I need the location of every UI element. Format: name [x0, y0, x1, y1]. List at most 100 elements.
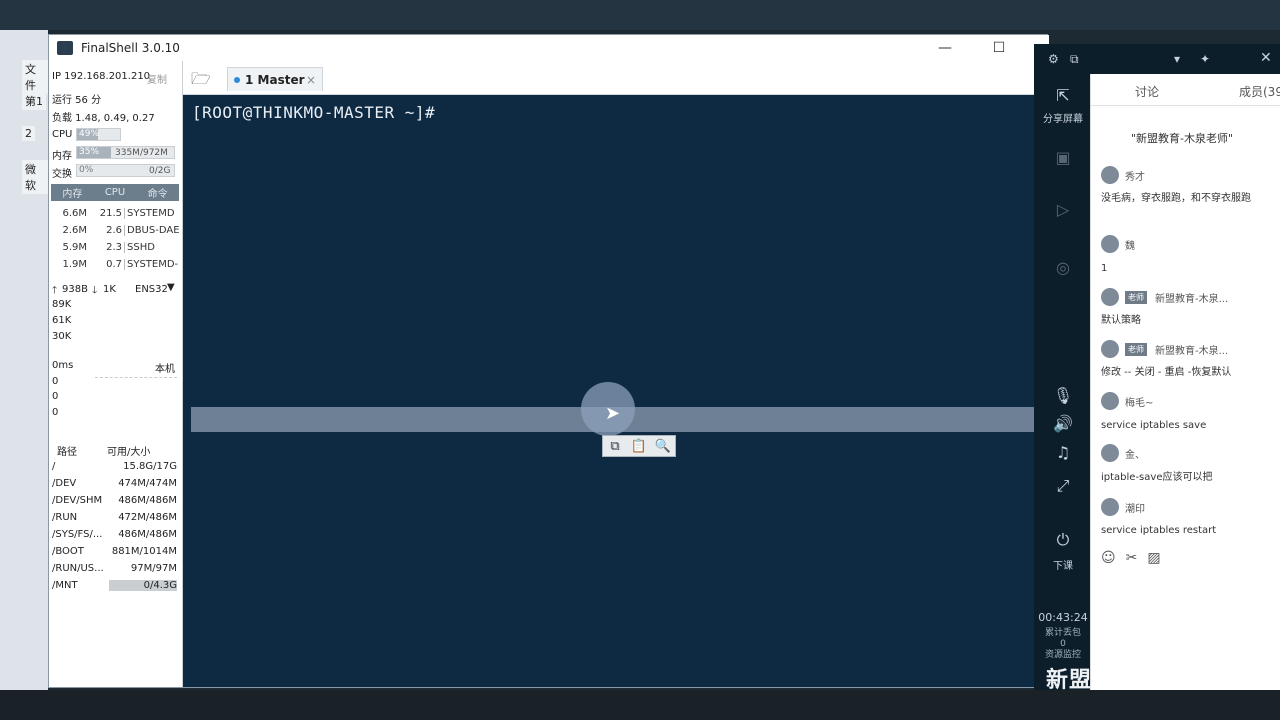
net-up-icon: 🡑 — [52, 285, 58, 296]
avatar — [1101, 340, 1119, 358]
chat-panel: 讨论 成员(39 "新盟教育-木泉老师" 秀才 没毛病，穿衣服跑，和不穿衣服跑 … — [1090, 74, 1280, 690]
close-icon[interactable]: ✕ — [1260, 50, 1272, 66]
process-row[interactable]: 2.6M 2.6 DBUS-DAE — [51, 222, 179, 239]
process-row[interactable]: 6.6M 21.5 SYSTEMD — [51, 205, 179, 222]
video-icon[interactable]: ▷ — [1050, 200, 1076, 222]
share-screen-label[interactable]: 分享屏幕 — [1038, 110, 1088, 125]
process-table-header[interactable]: 内存 CPU 命令 — [51, 184, 179, 201]
watermark-logo: 新盟 — [1046, 668, 1093, 693]
disk-row[interactable]: /MNT 0/4.3G — [51, 577, 179, 594]
message-author: 金、 — [1101, 444, 1145, 462]
message-text: 修改 -- 关闭 - 重启 -恢复默认 — [1101, 367, 1232, 378]
cpu-label: CPU — [52, 129, 73, 140]
background-window: 文件 第1 2 微软 — [0, 30, 48, 690]
end-class-label[interactable]: 下课 — [1038, 557, 1088, 572]
teacher-badge: 老师 — [1125, 342, 1147, 356]
whiteboard-icon[interactable]: ▣ — [1050, 148, 1076, 170]
disk-header-path[interactable]: 路径 — [57, 443, 77, 458]
ping-host[interactable]: 本机 — [155, 360, 175, 375]
disk-row[interactable]: /BOOT 881M/1014M — [51, 543, 179, 560]
pin-icon[interactable]: ✦ — [1200, 52, 1210, 66]
tab-members[interactable]: 成员(39 — [1239, 83, 1280, 100]
paste-icon[interactable]: 📋 — [629, 439, 649, 454]
process-row[interactable]: 5.9M 2.3 SSHD — [51, 239, 179, 256]
net-scale: 89K — [52, 299, 72, 310]
disk-row[interactable]: /RUN 472M/486M — [51, 509, 179, 526]
avatar — [1101, 235, 1119, 253]
minimize-button[interactable]: — — [925, 37, 965, 59]
mem-detail: 335M/972M — [115, 148, 168, 158]
stat-value: 0 — [1060, 639, 1066, 649]
class-banner: "新盟教育-木泉老师" — [1131, 132, 1234, 145]
disk-row[interactable]: /SYS/FS/... 486M/486M — [51, 526, 179, 543]
ping-label: 0ms — [52, 360, 74, 371]
copy-icon[interactable]: ⧉ — [605, 439, 625, 454]
message-text: 1 — [1101, 263, 1108, 274]
maximize-button[interactable]: ☐ — [979, 37, 1019, 59]
chevron-down-icon[interactable]: ▼ — [167, 282, 175, 293]
close-tab-icon[interactable]: × — [306, 73, 316, 87]
disk-row[interactable]: /15.8G/17G — [51, 458, 179, 475]
bg-fragment: 第1 — [22, 92, 46, 110]
server-ip: IP 192.168.201.210 — [52, 71, 151, 82]
connection-stats: 累计丢包 0 资源监控 — [1038, 628, 1088, 661]
message-author: 魏 — [1101, 235, 1135, 253]
net-down-icon: 🡓 — [92, 285, 98, 296]
avatar — [1101, 444, 1119, 462]
music-icon[interactable]: ♫ — [1050, 443, 1076, 465]
copy-ip-link[interactable]: 复制 — [147, 71, 167, 86]
selection-toolbar: ⧉ 📋 🔍 — [602, 435, 676, 457]
message-text: 没毛病，穿衣服跑，和不穿衣服跑 — [1101, 193, 1251, 204]
image-icon[interactable]: ▨ — [1147, 550, 1170, 566]
process-header-cpu[interactable]: CPU — [94, 187, 137, 198]
disk-header-size[interactable]: 可用/大小 — [107, 443, 150, 458]
avatar — [1101, 166, 1119, 184]
fullscreen-icon[interactable]: ⤢ — [1050, 476, 1076, 498]
app-logo-icon — [57, 41, 73, 55]
avatar — [1101, 288, 1119, 306]
disk-row[interactable]: /RUN/US... 97M/97M — [51, 560, 179, 577]
avatar — [1101, 498, 1119, 516]
disk-row[interactable]: /DEV/SHM 486M/486M — [51, 492, 179, 509]
tab-label: 1 Master — [245, 72, 305, 87]
tab-discussion[interactable]: 讨论 — [1135, 83, 1159, 100]
bg-fragment: 2 — [22, 126, 35, 141]
ping-value: 0 — [52, 407, 59, 418]
message-author: 秀才 — [1101, 166, 1145, 184]
title-bar[interactable]: FinalShell 3.0.10 — ☐ — [49, 35, 1049, 61]
message-author: 潮印 — [1101, 498, 1145, 516]
finalshell-window: FinalShell 3.0.10 — ☐ IP 192.168.201.210… — [48, 34, 1049, 688]
scissors-icon[interactable]: ✂ — [1126, 550, 1148, 566]
message-author: 老师 新盟教育-木泉... — [1101, 288, 1228, 306]
swap-detail: 0/2G — [149, 166, 171, 176]
message-text: iptable-save应该可以把 — [1101, 472, 1213, 483]
cpu-meter-fill: 49% — [77, 129, 100, 140]
settings-icon[interactable]: ⚙ — [1048, 52, 1059, 66]
message-text: service iptables restart — [1101, 525, 1217, 536]
bg-fragment: 微软 — [22, 160, 48, 194]
swap-label: 交换 — [52, 169, 72, 180]
disk-row[interactable]: /DEV 474M/474M — [51, 475, 179, 492]
end-class-icon[interactable]: ⏻ — [1050, 530, 1076, 552]
emoji-icon[interactable]: ☺ — [1101, 550, 1126, 566]
net-up-rate: 938B — [62, 284, 88, 295]
search-icon[interactable]: 🔍 — [653, 439, 673, 454]
speaker-icon[interactable]: 🔊 — [1050, 414, 1076, 436]
class-timer: 00:43:24 — [1038, 611, 1088, 624]
ping-value: 0 — [52, 376, 59, 387]
dropdown-icon[interactable]: ▾ — [1174, 52, 1180, 66]
microphone-icon[interactable]: 🎙 — [1050, 386, 1076, 408]
popout-icon[interactable]: ⧉ — [1070, 52, 1079, 67]
net-interface-select[interactable]: ENS32 — [135, 284, 168, 295]
share-screen-icon[interactable]: ⇱ — [1050, 86, 1076, 108]
folder-icon[interactable]: 🗁 — [191, 68, 215, 88]
stat-label: 资源监控 — [1044, 650, 1081, 660]
terminal-area[interactable]: [ROOT@THINKMO-MASTER ~]# ➤ ⧉ 📋 🔍 — [183, 95, 1047, 687]
process-header-cmd[interactable]: 命令 — [136, 185, 179, 200]
process-header-mem[interactable]: 内存 — [51, 185, 94, 200]
tab-master[interactable]: 1 Master × — [227, 67, 323, 91]
connected-dot-icon — [234, 76, 240, 83]
process-row[interactable]: 1.9M 0.7 SYSTEMD-L — [51, 256, 179, 273]
uptime: 运行 56 分 — [52, 95, 102, 106]
record-icon[interactable]: ◎ — [1050, 258, 1076, 280]
